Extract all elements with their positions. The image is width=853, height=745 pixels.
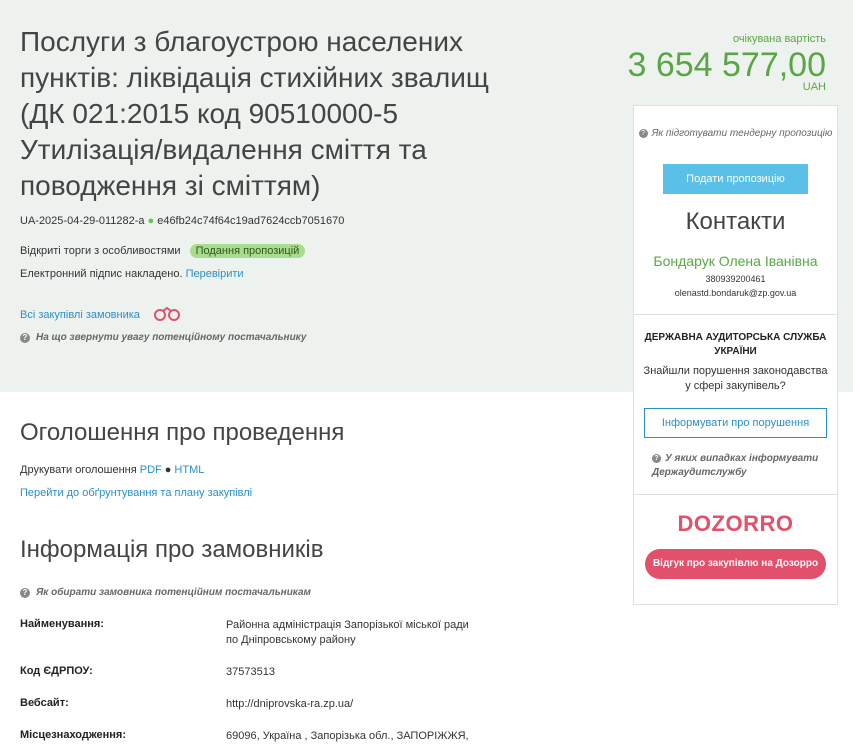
supplier-hint[interactable]: ? На що звернути увагу потенційному пост… — [20, 332, 306, 343]
info-value: Районна адміністрація Запорізької місько… — [226, 619, 469, 646]
all-purchases-row: Всі закупівлі замовника — [20, 305, 182, 324]
price-label: очікувана вартість — [732, 33, 826, 45]
contact-email: olenastd.bondaruk@zp.gov.ua — [674, 288, 797, 298]
print-announcement-row: Друкувати оголошення PDF ● HTML — [20, 464, 204, 476]
supplier-hint-text: На що звернути увагу потенційному постач… — [36, 332, 307, 343]
contact-name: Бондарук Олена Іванівна — [653, 253, 818, 269]
audit-hint[interactable]: ? У яких випадках інформувати Держаудитсл… — [652, 452, 832, 480]
contacts-title: Контакти — [685, 208, 786, 235]
submit-bid-button[interactable]: Подати пропозицію — [663, 164, 808, 194]
verify-signature-link[interactable]: Перевірити — [186, 268, 244, 280]
plan-link[interactable]: Перейти до обґрунтування та плану закупі… — [20, 487, 252, 499]
signature-row: Електронний підпис накладено. Перевірити — [20, 268, 244, 280]
info-label: Вебсайт: — [20, 697, 69, 709]
question-icon: ? — [652, 453, 661, 463]
print-html-link[interactable]: HTML — [174, 464, 204, 476]
procedure-type: Відкриті торги з особливостями — [20, 245, 181, 257]
question-icon: ? — [20, 332, 30, 343]
sidebar: ? Як підготувати тендерну пропозицію Пода… — [633, 105, 838, 605]
info-label: Код ЄДРПОУ: — [20, 665, 93, 677]
customers-title: Інформація про замовників — [20, 536, 324, 563]
customer-hint-text: Як обирати замовника потенційним постача… — [36, 587, 311, 598]
audit-question: Знайшли порушення законодавства у сфері … — [643, 365, 828, 392]
info-value: 37573513 — [226, 666, 275, 678]
binoculars-icon[interactable] — [152, 305, 182, 324]
dozorro-review-button[interactable]: Відгук про закупівлю на Дозорро — [645, 549, 826, 579]
contact-phone: 380939200461 — [705, 274, 766, 284]
customer-hint[interactable]: ? Як обирати замовника потенційним поста… — [20, 587, 311, 598]
tender-title: Послуги з благоустрою населених пунктів:… — [20, 26, 489, 201]
dot-separator: ● — [147, 215, 155, 227]
audit-hint-text: У яких випадках інформувати Держаудитслу… — [652, 453, 819, 478]
signature-text: Електронний підпис накладено. — [20, 268, 183, 280]
audit-service-title: ДЕРЖАВНА АУДИТОРСЬКА СЛУЖБА УКРАЇНИ — [644, 332, 827, 357]
all-purchases-link[interactable]: Всі закупівлі замовника — [20, 309, 140, 321]
price-value: 3 654 577,00 — [627, 46, 826, 84]
info-label: Найменування: — [20, 618, 104, 630]
prepare-bid-hint[interactable]: ? Як підготувати тендерну пропозицію — [634, 126, 837, 141]
procedure-row: Відкриті торги з особливостями Подання п… — [20, 244, 306, 258]
tender-hash: e46fb24c74f64c19ad7624ccb7051670 — [157, 215, 345, 227]
report-violation-button[interactable]: Інформувати про порушення — [644, 408, 827, 438]
dozorro-logo: DOZORRO — [677, 511, 794, 536]
dot-separator: ● — [164, 464, 172, 476]
divider — [634, 314, 837, 315]
info-label: Місцезнаходження: — [20, 729, 126, 741]
tender-id[interactable]: UA-2025-04-29-011282-a — [20, 215, 145, 227]
price-block: очікувана вартість 3 654 577,00 UAH — [627, 33, 826, 93]
question-icon: ? — [638, 128, 648, 138]
print-label: Друкувати оголошення — [20, 464, 137, 476]
status-badge: Подання пропозицій — [189, 244, 306, 258]
tender-id-row: UA-2025-04-29-011282-a ● e46fb24c74f64c19a… — [20, 215, 344, 227]
prepare-bid-hint-text: Як підготувати тендерну пропозицію — [651, 128, 833, 139]
website-link[interactable]: http://dniprovska-ra.zp.ua/ — [226, 697, 476, 712]
question-icon: ? — [20, 587, 30, 598]
announcement-title: Оголошення про проведення — [20, 419, 345, 446]
info-value: 69096, Україна , Запорізька обл., ЗАПОРІ… — [226, 730, 469, 742]
divider — [634, 494, 837, 495]
print-pdf-link[interactable]: PDF — [140, 464, 162, 476]
